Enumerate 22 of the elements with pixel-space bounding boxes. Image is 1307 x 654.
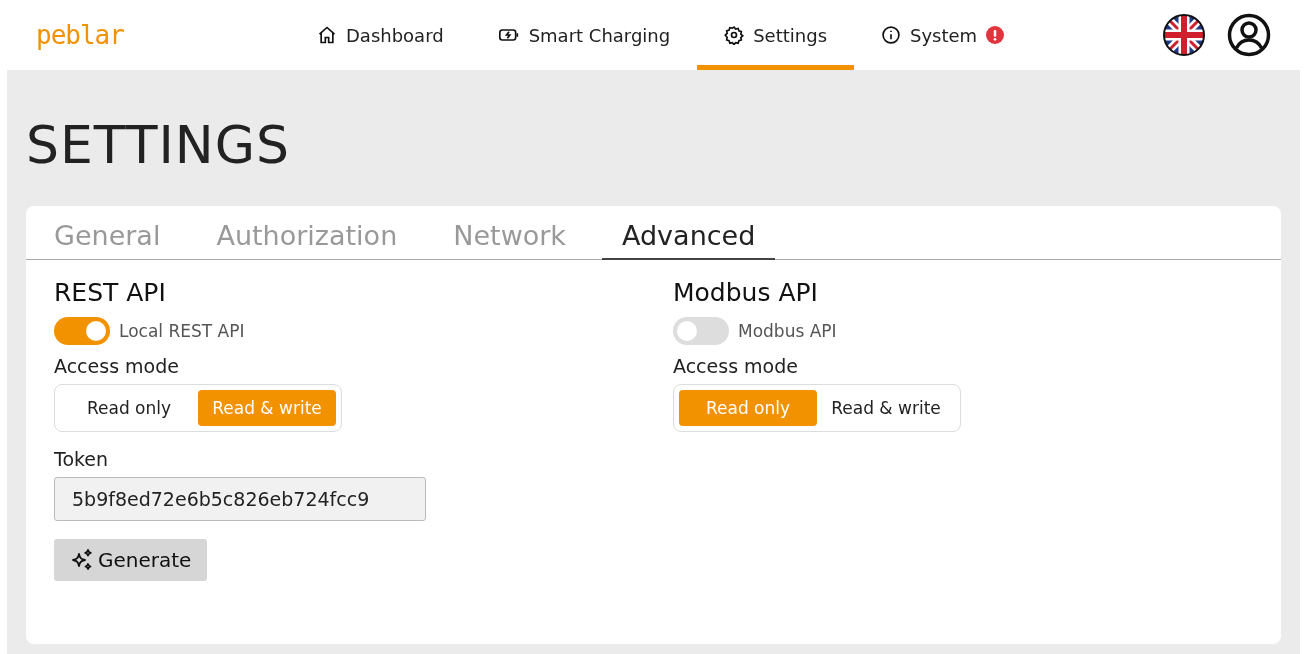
info-icon	[881, 25, 901, 45]
settings-icon	[724, 25, 745, 45]
toggle-label: Local REST API	[119, 321, 245, 341]
uk-flag-icon[interactable]	[1163, 14, 1205, 56]
user-icon[interactable]	[1227, 13, 1271, 57]
toggle-switch[interactable]	[54, 317, 110, 345]
toggle-switch[interactable]	[673, 317, 729, 345]
section-title: Modbus API	[673, 278, 818, 307]
nav-item[interactable]: Dashboard	[290, 0, 471, 70]
page-title: SETTINGS	[26, 114, 291, 177]
field-label: Access mode	[54, 355, 179, 377]
tab[interactable]: Advanced	[602, 206, 776, 260]
home-icon	[317, 25, 337, 45]
field-label: Token	[54, 448, 109, 470]
nav-item[interactable]: Smart Charging	[470, 0, 698, 70]
sparkle-icon	[70, 548, 94, 572]
toggle-label: Modbus API	[738, 321, 837, 341]
nav-item[interactable]: System	[854, 0, 1032, 70]
generate-button[interactable]: Generate	[54, 539, 208, 581]
field-label: Access mode	[673, 355, 798, 377]
token-field[interactable]: 5b9f8ed72e6b5c826eb724fcc9	[54, 477, 426, 521]
section-title: REST API	[54, 278, 166, 307]
